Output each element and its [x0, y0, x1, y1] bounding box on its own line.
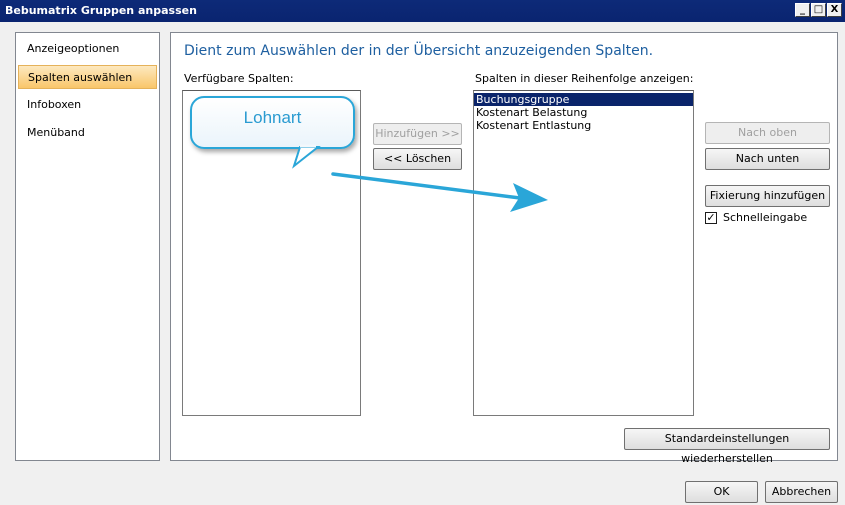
nav-item-select-columns[interactable]: Spalten auswählen [18, 65, 157, 89]
cancel-button[interactable]: Abbrechen [765, 481, 838, 503]
list-item[interactable]: Buchungsgruppe [474, 93, 693, 106]
quick-entry-checkbox[interactable]: ✓ [705, 211, 717, 224]
move-up-button[interactable]: Nach oben [705, 122, 830, 144]
annotation-callout: Lohnart [190, 96, 355, 149]
available-columns-label: Verfügbare Spalten: [184, 72, 294, 85]
list-item[interactable]: Kostenart Belastung [474, 106, 693, 119]
quick-entry-label: Schnelleingabe [723, 211, 808, 224]
window-title: Bebumatrix Gruppen anpassen [5, 4, 197, 17]
minimize-icon[interactable]: _ [795, 3, 810, 17]
shown-columns-list[interactable]: Buchungsgruppe Kostenart Belastung Koste… [473, 90, 694, 416]
add-column-button[interactable]: Hinzufügen >> [373, 123, 462, 145]
maximize-icon[interactable]: □ [811, 3, 826, 17]
nav-item-ribbon[interactable]: Menüband [18, 121, 157, 145]
add-fixation-button[interactable]: Fixierung hinzufügen [705, 185, 830, 207]
shown-columns-label: Spalten in dieser Reihenfolge anzeigen: [475, 72, 694, 85]
move-down-button[interactable]: Nach unten [705, 148, 830, 170]
callout-text: Lohnart [243, 108, 302, 127]
ok-button[interactable]: OK [685, 481, 758, 503]
title-bar: Bebumatrix Gruppen anpassen _ □ X [0, 0, 845, 22]
close-icon[interactable]: X [827, 3, 842, 17]
nav-item-display-options[interactable]: Anzeigeoptionen [18, 37, 157, 61]
options-nav: Anzeigeoptionen Spalten auswählen Infobo… [15, 32, 160, 461]
reset-defaults-button[interactable]: Standardeinstellungen wiederherstellen [624, 428, 830, 465]
window-controls: _ □ X [795, 3, 842, 17]
page-title: Dient zum Auswählen der in der Übersicht… [184, 43, 654, 59]
quick-entry-option: ✓ Schnelleingabe [705, 211, 807, 224]
nav-item-infoboxes[interactable]: Infoboxen [18, 93, 157, 117]
list-item[interactable]: Kostenart Entlastung [474, 119, 693, 132]
remove-column-button[interactable]: << Löschen [373, 148, 462, 170]
